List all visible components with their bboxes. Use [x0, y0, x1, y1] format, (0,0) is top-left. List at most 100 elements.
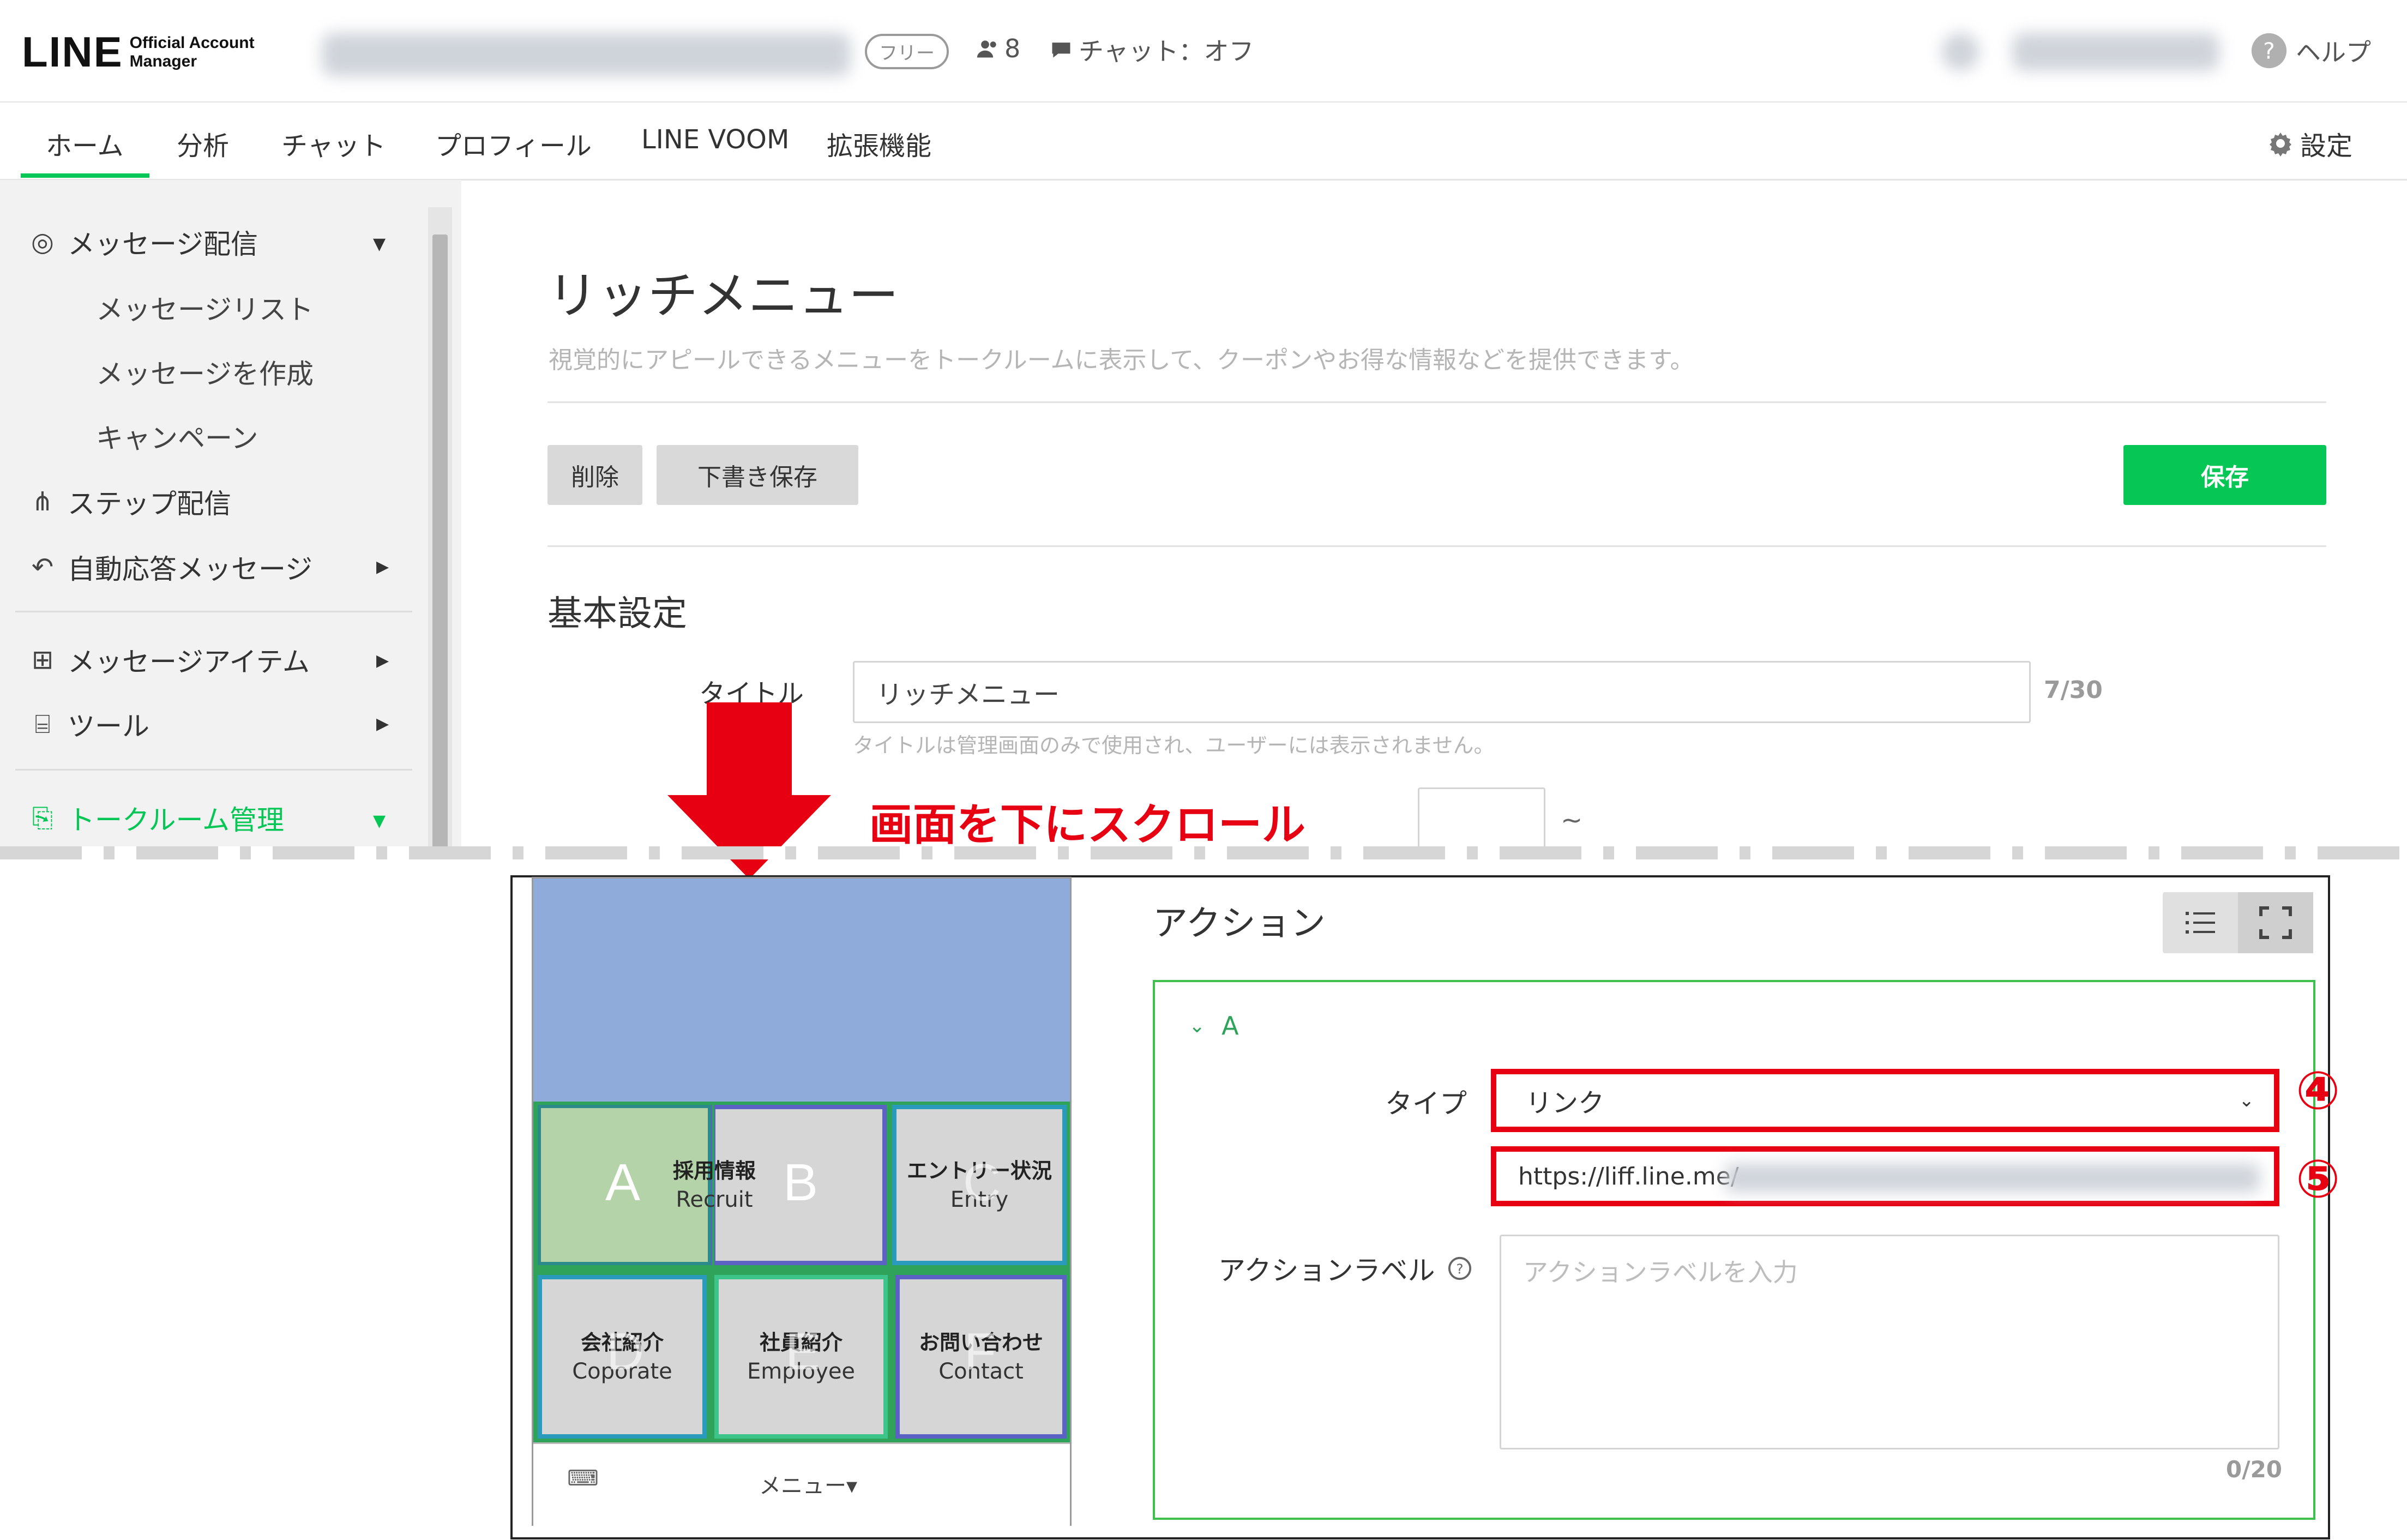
area-letter-b: B — [783, 1153, 819, 1212]
chevron-down-icon[interactable]: ▼ — [373, 234, 386, 254]
select-chevron-icon: ⌄ — [2238, 1090, 2255, 1111]
title-input[interactable]: リッチメニュー — [853, 661, 2031, 723]
divider — [547, 401, 2326, 403]
chat-status-text: チャット：オフ — [1079, 37, 1254, 66]
sidebar-scrollbar-thumb[interactable] — [432, 234, 448, 853]
area-a-en: Recruit — [676, 1187, 753, 1212]
settings-label: 設定 — [2300, 131, 2353, 161]
sidebar-item-label: トークルーム管理 — [68, 804, 284, 836]
action-label-textarea[interactable]: アクションラベルを入力 — [1500, 1235, 2279, 1449]
line-oa-logo[interactable]: LINE Official Account Manager — [22, 27, 255, 77]
svg-text:?: ? — [2263, 38, 2275, 64]
keyboard-icon[interactable]: ⌨ — [567, 1466, 599, 1491]
area-letter-a: A — [605, 1153, 641, 1212]
sidebar-item-message-delivery[interactable]: ◎ メッセージ配信 — [27, 222, 258, 262]
sidebar-item-campaign[interactable]: キャンペーン — [96, 417, 258, 456]
url-input[interactable]: https://liff.line.me/ — [1491, 1146, 2279, 1206]
sidebar-item-message-items[interactable]: ⊞ メッセージアイテム — [27, 640, 310, 679]
type-select[interactable]: リンク ⌄ — [1491, 1069, 2279, 1132]
save-button[interactable]: 保存 — [2123, 445, 2326, 505]
tab-chat[interactable]: チャット — [281, 124, 386, 163]
sidebar-item-label: ツール — [68, 711, 149, 742]
tab-profile[interactable]: プロフィール — [435, 124, 592, 163]
sidebar: ◎ メッセージ配信 ▼ メッセージリスト メッセージを作成 キャンペーン ⋔ ス… — [0, 180, 461, 853]
fullscreen-icon[interactable] — [2238, 892, 2313, 953]
main-nav: ホーム 分析 チャット プロフィール LINE VOOM 拡張機能 設定 — [0, 103, 2407, 181]
step-5-marker: ⑤ — [2296, 1148, 2340, 1210]
action-label-placeholder: アクションラベルを入力 — [1523, 1258, 1798, 1287]
reply-icon: ↶ — [31, 552, 54, 582]
svg-text:?: ? — [1456, 1261, 1463, 1277]
area-letter-c: C — [963, 1153, 1001, 1212]
friends-icon — [977, 40, 996, 58]
area-letter-d: D — [606, 1322, 645, 1381]
chevron-right-icon[interactable]: ▶ — [376, 651, 389, 670]
chevron-down-icon: ⌄ — [1189, 1014, 1206, 1037]
tab-extensions[interactable]: 拡張機能 — [827, 124, 931, 163]
sidebar-item-step-delivery[interactable]: ⋔ ステップ配信 — [27, 482, 231, 521]
section-heading-basic: 基本設定 — [547, 594, 687, 634]
followers-indicator: 8 — [976, 34, 1020, 63]
action-label-counter: 0/20 — [2226, 1456, 2283, 1483]
preview-menu-bar: ⌨ メニュー▾ — [533, 1442, 1070, 1526]
tool-icon: ⌸ — [34, 708, 51, 739]
action-group-label: A — [1221, 1011, 1239, 1040]
area-a-caption: 採用情報 Recruit — [666, 1156, 762, 1214]
save-draft-button[interactable]: 下書き保存 — [657, 445, 858, 505]
sidebar-divider — [15, 769, 412, 771]
sidebar-divider — [15, 611, 412, 612]
scroll-instruction-text: 画面を下にスクロール — [869, 799, 1305, 850]
url-input-value: https://liff.line.me/ — [1518, 1162, 1739, 1190]
user-menu-redacted[interactable] — [2012, 33, 2219, 71]
sidebar-item-label: ステップ配信 — [68, 488, 231, 520]
view-toggle-group — [2163, 892, 2313, 953]
step-icon: ⋔ — [31, 486, 54, 517]
url-redacted — [1725, 1164, 2260, 1192]
logo-sub-text-1: Official Account — [129, 33, 255, 52]
action-a-collapse-toggle[interactable]: ⌄ A — [1189, 1011, 1239, 1040]
title-char-counter: 7/30 — [2044, 676, 2103, 704]
followers-count: 8 — [1004, 34, 1021, 63]
tab-line-voom[interactable]: LINE VOOM — [641, 124, 789, 155]
list-view-icon[interactable] — [2163, 892, 2238, 953]
type-field-label: タイプ — [1385, 1088, 1467, 1120]
sidebar-item-create-message[interactable]: メッセージを作成 — [96, 352, 314, 392]
display-period-input[interactable] — [1418, 787, 1545, 849]
action-label-field-label: アクションラベル ? — [1218, 1249, 1472, 1288]
sidebar-item-message-list[interactable]: メッセージリスト — [96, 288, 314, 327]
divider — [547, 545, 2326, 547]
broadcast-icon: ◎ — [31, 227, 54, 257]
chevron-right-icon[interactable]: ▶ — [376, 557, 389, 576]
chat-status[interactable]: チャット：オフ — [1049, 32, 1254, 68]
menu-toggle-label[interactable]: メニュー▾ — [759, 1468, 857, 1500]
help-label: ヘルプ — [2296, 38, 2371, 67]
period-separator: ~ — [1561, 805, 1583, 835]
type-select-value: リンク — [1526, 1088, 1605, 1118]
sidebar-item-auto-reply[interactable]: ↶ 自動応答メッセージ — [27, 548, 312, 587]
tab-analytics[interactable]: 分析 — [177, 124, 229, 163]
sidebar-item-tools[interactable]: ⌸ ツール — [27, 705, 149, 744]
logo-sub-text-2: Manager — [129, 52, 197, 70]
chat-bubble-icon — [1052, 43, 1070, 58]
settings-link[interactable]: 設定 — [2267, 124, 2352, 163]
delete-button[interactable]: 削除 — [547, 445, 642, 505]
step-4-marker: ④ — [2296, 1060, 2340, 1121]
logo-line-text: LINE — [22, 28, 123, 76]
tab-home[interactable]: ホーム — [46, 124, 124, 163]
action-heading: アクション — [1153, 904, 1326, 944]
sidebar-item-label: メッセージ配信 — [68, 228, 258, 260]
top-header: LINE Official Account Manager フリー 8 チャット… — [0, 0, 2407, 103]
chevron-right-icon[interactable]: ▶ — [376, 714, 389, 733]
info-icon[interactable]: ? — [1447, 1256, 1472, 1281]
title-input-value: リッチメニュー — [876, 679, 1060, 710]
active-tab-indicator — [21, 173, 149, 178]
chevron-down-icon[interactable]: ▼ — [373, 811, 386, 831]
screenshot-break-divider — [0, 846, 2407, 859]
talkroom-icon: ⎘ — [32, 802, 53, 833]
help-icon: ? — [2251, 33, 2287, 69]
notification-redacted[interactable] — [1941, 33, 1979, 71]
page-title: リッチメニュー — [547, 267, 899, 325]
help-link[interactable]: ? ヘルプ — [2250, 32, 2371, 70]
sidebar-item-talkroom-mgmt[interactable]: ⎘ トークルーム管理 — [27, 798, 284, 838]
account-name-redacted[interactable] — [322, 33, 851, 76]
